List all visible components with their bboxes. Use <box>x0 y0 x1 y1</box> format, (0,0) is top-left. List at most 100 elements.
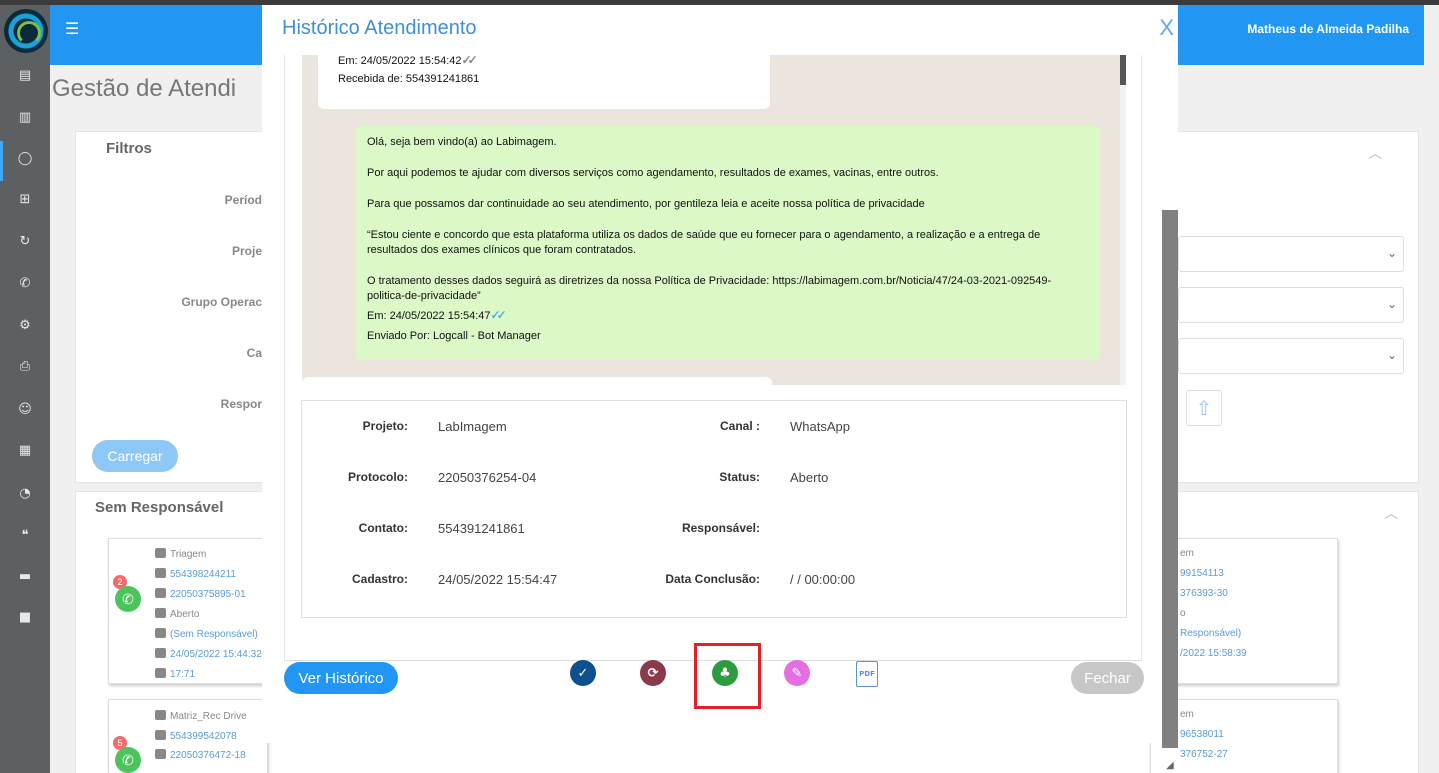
message-paragraph: O tratamento desses dados seguirá as dir… <box>367 275 1052 302</box>
ticket-date: 24/05/2022 15:44:32 <box>170 649 262 660</box>
ticket-responsible: Responsável) <box>1180 628 1242 639</box>
phone-icon[interactable]: ✆ <box>15 273 35 293</box>
whatsapp-icon[interactable]: ◯ <box>15 148 35 168</box>
view-history-button[interactable]: Ver Histórico <box>284 662 398 694</box>
channel-value: WhatsApp <box>790 419 850 434</box>
refresh-icon[interactable]: ↻ <box>15 231 35 251</box>
filter-label-project: Proje <box>231 244 262 258</box>
double-check-icon: ✓✓ <box>461 55 478 67</box>
group-icon <box>155 548 166 558</box>
plus-square-icon[interactable]: ⊞ <box>15 189 35 209</box>
video-icon[interactable]: ■ <box>15 607 35 627</box>
collapse-unassigned-icon[interactable]: ︿ <box>1384 503 1398 523</box>
app-logo[interactable] <box>4 9 48 53</box>
ticket-phone: 554398244211 <box>170 569 236 580</box>
whatsapp-icon: ✆ <box>115 747 141 773</box>
arrow-up-button[interactable]: ⇧ <box>1186 390 1222 426</box>
ticket-protocol: 376393-30 <box>1180 588 1228 599</box>
status-icon <box>155 608 166 618</box>
project-value: LabImagem <box>438 419 507 434</box>
modal-title: Histórico Atendimento <box>282 17 477 39</box>
ticket-protocol: 22050375895-01 <box>170 589 246 600</box>
filter-label-responsible: Respor <box>220 397 262 411</box>
modal-scrollbar[interactable] <box>1162 210 1178 748</box>
double-check-icon: ✓✓ <box>490 308 507 322</box>
ticket-date: /2022 15:58:39 <box>1180 648 1247 659</box>
printer-icon[interactable]: ⎙ <box>15 356 35 376</box>
incoming-message <box>302 377 772 385</box>
ticket-group: Matriz_Rec Drive <box>170 711 247 722</box>
filter-label-channel: Ca <box>246 346 262 360</box>
bar-chart-icon[interactable]: ▥ <box>15 107 35 127</box>
group-icon <box>155 710 166 720</box>
ticket-phone: 99154113 <box>1180 568 1224 579</box>
incoming-message: Em: 24/05/2022 15:54:42✓✓ Recebida de: 5… <box>318 55 770 109</box>
history-modal: Histórico Atendimento X Em: 24/05/2022 1… <box>262 5 1178 748</box>
ticket-phone: 96538011 <box>1180 729 1224 740</box>
unassigned-title: Sem Responsável <box>95 499 224 516</box>
user-icon <box>155 568 166 578</box>
ticket-card[interactable]: 2 ✆ Triagem 554398244211 22050375895-01 … <box>108 538 268 684</box>
ticket-card[interactable] <box>1150 699 1338 773</box>
calendar-icon[interactable]: ▦ <box>15 440 35 460</box>
contact-value: 554391241861 <box>438 521 525 536</box>
agent-icon <box>155 628 166 638</box>
ticket-protocol: 22050376472-18 <box>170 750 246 761</box>
message-paragraph: Por aqui podemos te ajudar com diversos … <box>367 167 939 179</box>
filter-label-period: Períod <box>224 193 262 207</box>
dashboard-icon[interactable]: ◔ <box>15 483 35 503</box>
close-icon[interactable]: X <box>1159 15 1174 41</box>
ticket-card[interactable] <box>1150 538 1338 684</box>
chat-scroll-track[interactable] <box>1120 85 1126 385</box>
sidebar-active-indicator <box>0 141 3 181</box>
filter-select-2[interactable]: ⌄ <box>1178 287 1404 323</box>
protocol-value: 22050376254-04 <box>438 470 537 485</box>
load-button[interactable]: Carregar <box>92 440 178 472</box>
ticket-responsible: (Sem Responsável) <box>170 629 258 640</box>
pdf-icon[interactable]: PDF <box>856 661 878 687</box>
calendar-icon <box>155 648 166 658</box>
completion-date-value: / / 00:00:00 <box>790 572 856 587</box>
status-label: Status: <box>719 470 760 484</box>
chat-history[interactable]: Em: 24/05/2022 15:54:42✓✓ Recebida de: 5… <box>302 55 1126 385</box>
gear-icon[interactable]: ⚙ <box>15 315 35 335</box>
ticket-card[interactable]: 5 ✆ Matriz_Rec Drive 554399542078 220503… <box>108 699 268 773</box>
whatsapp-icon: ✆ <box>115 586 141 612</box>
ticket-status: o <box>1180 608 1186 619</box>
responsible-label: Responsável: <box>681 521 760 535</box>
chevron-down-icon: ⌄ <box>1386 297 1397 311</box>
hamburger-icon[interactable]: ☰ <box>65 19 79 38</box>
ticket-group: em <box>1180 709 1194 720</box>
status-value: Aberto <box>790 470 829 485</box>
contact-label: Contato: <box>358 521 408 535</box>
chat-scrollbar[interactable] <box>1120 55 1126 85</box>
edit-icon[interactable]: ✎ <box>784 660 810 686</box>
user-name[interactable]: Matheus de Almeida Padilha <box>1247 22 1409 36</box>
message-paragraph: Olá, seja bem vindo(a) ao Labimagem. <box>367 136 557 148</box>
briefcase-icon[interactable]: ▤ <box>15 65 35 85</box>
transfer-icon[interactable]: ⟳ <box>640 660 666 686</box>
registration-label: Cadastro: <box>351 572 408 586</box>
collapse-filters-icon[interactable]: ︿ <box>1368 143 1382 163</box>
chevron-down-icon: ⌄ <box>1386 246 1397 260</box>
globe-icon <box>155 749 166 759</box>
message-paragraph: “Estou ciente e concordo que esta plataf… <box>367 229 1041 256</box>
close-button[interactable]: Fechar <box>1071 662 1144 694</box>
outgoing-time: Em: 24/05/2022 15:54:47 <box>367 310 491 322</box>
comments-icon[interactable]: ❝ <box>15 525 35 545</box>
filter-select-1[interactable]: ⌄ <box>1178 236 1404 272</box>
clock-icon <box>155 668 166 678</box>
incoming-time: Em: 24/05/2022 15:54:42 <box>338 55 462 67</box>
ticket-time: 17:71 <box>170 669 196 680</box>
filter-select-3[interactable]: ⌄ <box>1178 338 1404 374</box>
channel-label: Canal : <box>719 419 760 433</box>
smile-icon[interactable]: ☺ <box>15 399 35 419</box>
user-icon <box>155 730 166 740</box>
globe-icon <box>155 588 166 598</box>
check-circle-icon[interactable]: ✓ <box>570 660 596 686</box>
comment-icon[interactable]: ▬ <box>15 566 35 586</box>
incoming-sender: Recebida de: 554391241861 <box>338 73 480 85</box>
ticket-group: em <box>1180 548 1194 559</box>
resize-grip-icon[interactable]: ◢ <box>1166 760 1174 771</box>
ticket-protocol: 376752-27 <box>1180 749 1228 760</box>
